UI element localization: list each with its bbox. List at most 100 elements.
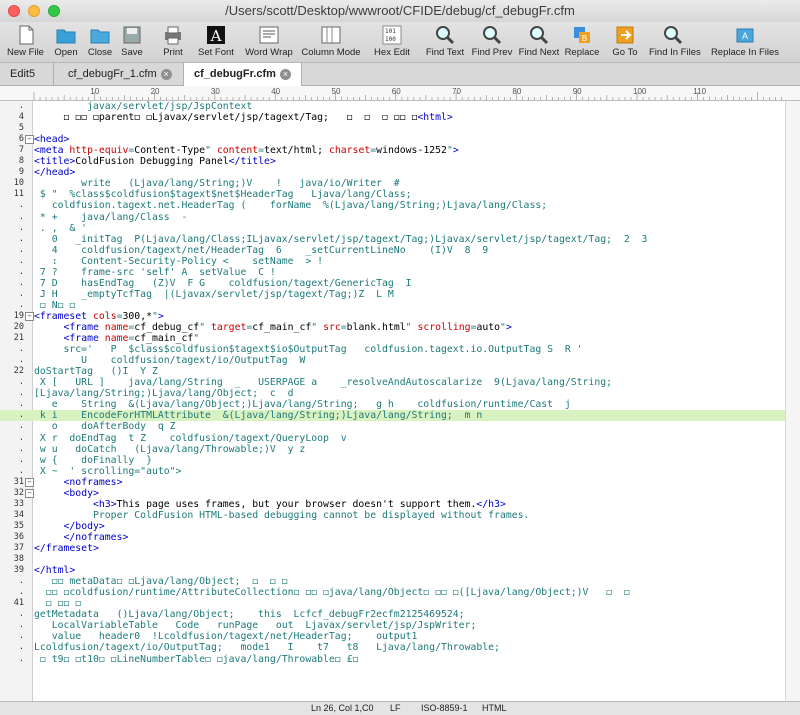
code-line[interactable]: . w u doCatch (Ljava/lang/Throwable;)V y… — [0, 444, 785, 455]
fold-toggle-icon[interactable]: − — [25, 488, 34, 498]
code-line[interactable]: 33 <h3>This page uses frames, but your b… — [0, 499, 785, 510]
tab-cf-debugfr[interactable]: cf_debugFr.cfm × — [184, 63, 302, 86]
code-line[interactable]: . Lcoldfusion/tagext/io/OutputTag; mode1 … — [0, 642, 785, 653]
code-line[interactable]: 34 Proper ColdFusion HTML-based debuggin… — [0, 510, 785, 521]
line-number: . — [18, 454, 24, 465]
save-icon — [123, 26, 141, 44]
fold-toggle-icon[interactable]: − — [25, 311, 34, 321]
close-tab-icon[interactable]: × — [279, 68, 291, 80]
line-number: . — [18, 344, 24, 355]
code-line[interactable]: 4 ◻ ◻◻ ◻parent◻ ◻Ljavax/servlet/jsp/tage… — [0, 112, 785, 123]
code-line[interactable]: . J H _emptyTcfTag |(Ljavax/servlet/jsp/… — [0, 289, 785, 300]
replace-button[interactable]: B Replace — [562, 22, 602, 62]
line-number: . — [18, 410, 24, 421]
code-line[interactable]: . ◻◻ metaData◻ ◻Ljava/lang/Object; ◻ ◻ ◻ — [0, 576, 785, 587]
code-line[interactable]: 11 $ " %class$coldfusion$tagext$net$Head… — [0, 189, 785, 200]
hex-edit-button[interactable]: 101 100 Hex Edit — [370, 22, 414, 62]
line-number: . — [18, 421, 24, 432]
code-line[interactable] — [0, 665, 785, 676]
code-line[interactable]: . ◻ N◻ ◻ — [0, 300, 785, 311]
code-line[interactable]: 36 </noframes> — [0, 532, 785, 543]
replace-in-files-icon: A — [736, 28, 754, 43]
find-next-button[interactable]: Find Next — [517, 22, 561, 62]
code-line[interactable]: 6− <head> — [0, 134, 785, 145]
code-line[interactable]: 39 </html> — [0, 565, 785, 576]
line-number: 11 — [13, 189, 24, 200]
code-line[interactable]: . X ~ ' scrolling="auto"> — [0, 466, 785, 477]
code-text: </head> — [34, 167, 76, 179]
code-line[interactable]: 41 ◻ ◻◻ ◻ — [0, 598, 785, 609]
svg-text:B: B — [582, 34, 587, 43]
code-line[interactable]: 21 <frame name=cf_main_cf" — [0, 333, 785, 344]
fold-toggle-icon[interactable]: − — [25, 477, 34, 487]
code-line[interactable]: . k i EncodeForHTMLAttribute &(Ljava/lan… — [0, 410, 785, 422]
vertical-scrollbar[interactable] — [785, 101, 800, 701]
replace-icon: B — [574, 27, 590, 43]
code-line[interactable]: . [Ljava/lang/String;)Ljava/lang/Object; … — [0, 388, 785, 399]
code-line[interactable]: 20 <frame name=cf_debug_cf" target=cf_ma… — [0, 322, 785, 333]
code-line[interactable]: . . , & ' — [0, 223, 785, 234]
close-button[interactable]: Close — [84, 22, 116, 62]
code-line[interactable]: 31− <noframes> — [0, 477, 785, 488]
code-line[interactable]: 38 — [0, 554, 785, 565]
code-text: LocalVariableTable Code runPage out Ljav… — [34, 620, 477, 632]
code-line[interactable]: . X r doEndTag t Z coldfusion/tagext/Que… — [0, 433, 785, 444]
code-line[interactable]: 10 write (Ljava/lang/String;)V ! java/io… — [0, 178, 785, 189]
code-line[interactable]: . coldfusion.tagext.net.HeaderTag ( forN… — [0, 200, 785, 211]
code-editor[interactable]: . javax/servlet/jsp/JspContext 4 ◻ ◻◻ ◻pa… — [0, 101, 785, 701]
toolbar-button-label: Replace — [564, 47, 600, 58]
save-button[interactable]: Save — [117, 22, 147, 62]
tab-edit5[interactable]: Edit5 — [0, 63, 54, 85]
code-line[interactable]: . javax/servlet/jsp/JspContext — [0, 101, 785, 112]
code-line[interactable]: . LocalVariableTable Code runPage out Lj… — [0, 620, 785, 631]
code-line[interactable]: 22 doStartTag ()I Y Z — [0, 366, 785, 377]
code-line[interactable]: 7 <meta http-equiv=Content-Type" content=… — [0, 145, 785, 156]
code-line[interactable]: . o doAfterBody q Z — [0, 421, 785, 432]
set-font-button[interactable]: A Set Font — [196, 22, 236, 62]
code-line[interactable]: . 4 coldfusion/tagext/net/HeaderTag 6 _s… — [0, 245, 785, 256]
code-line[interactable]: . * + java/lang/Class - — [0, 212, 785, 223]
code-line[interactable]: 19− <frameset cols=300,*"> — [0, 311, 785, 322]
code-line[interactable]: 35 </body> — [0, 521, 785, 532]
tab-cf-debugfr-1[interactable]: cf_debugFr_1.cfm × — [54, 63, 184, 85]
code-text: doStartTag ()I Y Z — [34, 366, 158, 378]
code-line[interactable]: 5 — [0, 123, 785, 134]
code-line[interactable]: . 0 _initTag P(Ljava/lang/Class;ILjavax/… — [0, 234, 785, 245]
code-line[interactable]: . ◻ t9◻ ◻t10◻ ◻LineNumberTable◻ ◻java/la… — [0, 654, 785, 665]
word-wrap-button[interactable]: Word Wrap — [243, 22, 295, 62]
code-line[interactable]: . 7 D hasEndTag (Z)V F G coldfusion/tage… — [0, 278, 785, 289]
code-line[interactable]: 9 </head> — [0, 167, 785, 178]
code-line[interactable]: 32− <body> — [0, 488, 785, 499]
code-line[interactable]: . value header0 !Lcoldfusion/tagext/net/… — [0, 631, 785, 642]
cursor-position: Ln 26, Col 1,C0 — [311, 703, 374, 713]
code-text: src=' P $class$coldfusion$tagext$io$Outp… — [34, 344, 583, 356]
column-mode-button[interactable]: Column Mode — [298, 22, 364, 62]
code-line[interactable]: . 7 ? frame-src 'self' A setValue C ! — [0, 267, 785, 278]
find-in-files-button[interactable]: Find In Files — [649, 22, 701, 62]
new-file-button[interactable]: New File — [3, 22, 48, 62]
close-tab-icon[interactable]: × — [160, 68, 172, 80]
fold-toggle-icon[interactable]: − — [25, 135, 34, 145]
code-line[interactable]: . : Content-Security-Policy < setName > … — [0, 256, 785, 267]
code-line[interactable]: . src=' P $class$coldfusion$tagext$io$Ou… — [0, 344, 785, 355]
find-prev-button[interactable]: Find Prev — [470, 22, 514, 62]
ruler-ticks: 10 20 30 40 50 60 70 80 90 100 110 — [33, 87, 783, 100]
toolbar-button-label: Go To — [612, 47, 638, 58]
code-line[interactable]: . U coldfusion/tagext/io/OutputTag W — [0, 355, 785, 366]
line-number: . — [18, 244, 24, 255]
go-to-button[interactable]: Go To — [607, 22, 643, 62]
line-number: 21 — [13, 333, 24, 344]
code-line[interactable]: . getMetadata ()Ljava/lang/Object; this L… — [0, 609, 785, 620]
code-line[interactable]: . e String &(Ljava/lang/Object;)Ljava/la… — [0, 399, 785, 410]
code-line[interactable]: . w { doFinally } — [0, 455, 785, 466]
line-number: 31 — [13, 476, 24, 487]
code-line[interactable]: . ◻◻ ◻coldfusion/runtime/AttributeCollec… — [0, 587, 785, 598]
code-line[interactable]: . X [ URL ] java/lang/String _ USERPAGE … — [0, 377, 785, 388]
find-text-button[interactable]: Find Text — [423, 22, 467, 62]
replace-in-files-button[interactable]: A Replace In Files — [703, 22, 787, 62]
code-line[interactable]: 8 <title>ColdFusion Debugging Panel</titl… — [0, 156, 785, 167]
print-button[interactable]: Print — [157, 22, 189, 62]
code-line[interactable] — [0, 676, 785, 687]
open-button[interactable]: Open — [50, 22, 82, 62]
code-line[interactable]: 37 </frameset> — [0, 543, 785, 554]
